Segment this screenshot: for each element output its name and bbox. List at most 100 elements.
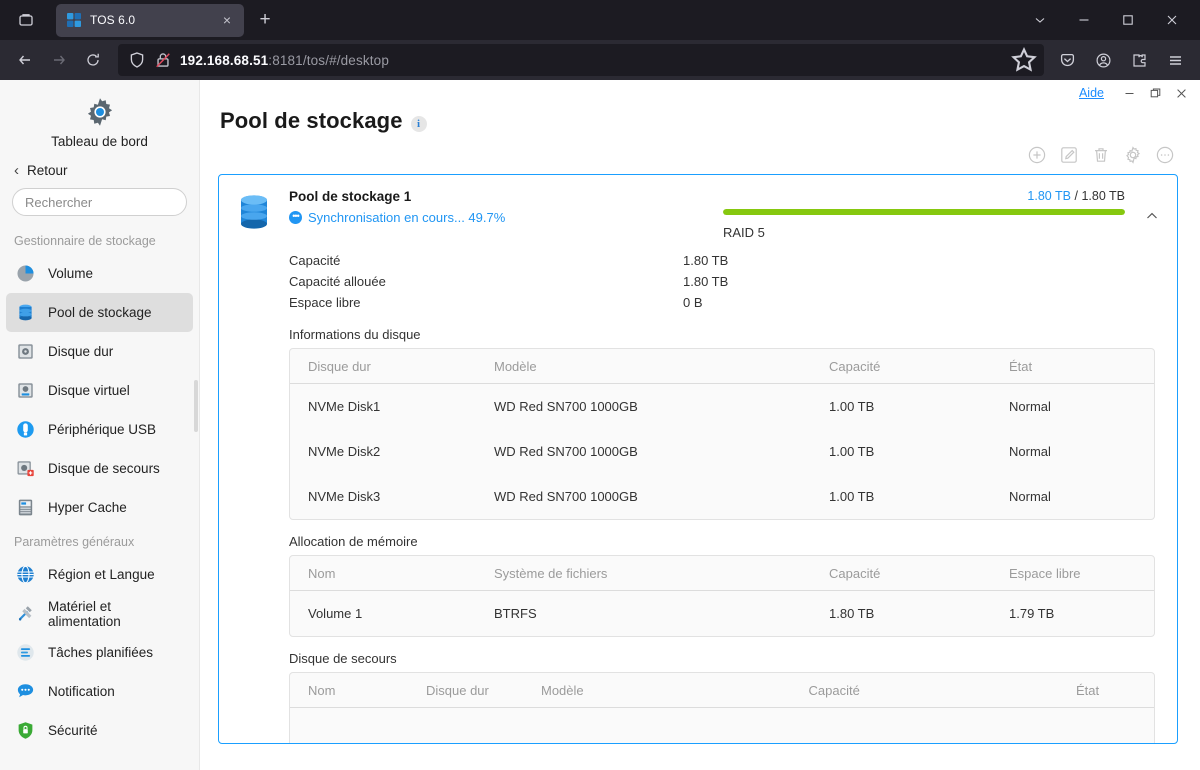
app-restore-button[interactable] bbox=[1142, 80, 1168, 106]
sidebar-item-hyper-cache[interactable]: Hyper Cache bbox=[6, 488, 193, 527]
chevron-up-icon[interactable] bbox=[1141, 205, 1163, 227]
hyper-cache-icon bbox=[14, 497, 36, 519]
lock-crossed-icon[interactable] bbox=[154, 51, 172, 69]
column-header: Capacité bbox=[829, 359, 881, 374]
sidebar-item-label: Sécurité bbox=[48, 723, 98, 738]
sidebar-item-volume[interactable]: Volume bbox=[6, 254, 193, 293]
sidebar-item-peripherique-usb[interactable]: Périphérique USB bbox=[6, 410, 193, 449]
detail-row: Capacité allouée 1.80 TB bbox=[233, 271, 1161, 292]
sidebar-item-disque-virtuel[interactable]: Disque virtuel bbox=[6, 371, 193, 410]
globe-icon bbox=[14, 564, 36, 586]
reload-icon[interactable] bbox=[76, 44, 110, 76]
table-row[interactable]: NVMe Disk2 WD Red SN700 1000GB 1.00 TB N… bbox=[290, 429, 1154, 474]
url-bar[interactable]: 192.168.68.51:8181/tos/#/desktop bbox=[118, 44, 1044, 76]
settings-button[interactable] bbox=[1122, 144, 1144, 166]
column-header: Modèle bbox=[541, 683, 584, 698]
sidebar-item-label: Volume bbox=[48, 266, 94, 281]
window-minimize-button[interactable] bbox=[1062, 0, 1106, 40]
sidebar-item-disque-dur[interactable]: Disque dur bbox=[6, 332, 193, 371]
sidebar-item-label: Tâches planifiées bbox=[48, 645, 154, 660]
sidebar-item-label: Matériel et alimentation bbox=[48, 598, 121, 629]
cell-filesystem: BTRFS bbox=[494, 606, 537, 621]
app-minimize-button[interactable] bbox=[1116, 80, 1142, 106]
sidebar-item-label: Notification bbox=[48, 684, 115, 699]
account-icon[interactable] bbox=[1086, 44, 1120, 76]
edit-button[interactable] bbox=[1058, 144, 1080, 166]
delete-button[interactable] bbox=[1090, 144, 1112, 166]
tools-icon bbox=[14, 603, 36, 625]
sidebar-item-disque-de-secours[interactable]: Disque de secours bbox=[6, 449, 193, 488]
url-text[interactable]: 192.168.68.51:8181/tos/#/desktop bbox=[180, 53, 1002, 68]
browser-tab[interactable]: TOS 6.0 × bbox=[56, 3, 244, 37]
new-tab-button[interactable]: + bbox=[250, 5, 280, 35]
chevron-left-icon: ‹ bbox=[14, 162, 19, 179]
sidebar-item-notification[interactable]: Notification bbox=[6, 672, 193, 711]
sidebar-item-label: Hyper Cache bbox=[48, 500, 127, 515]
shield-icon[interactable] bbox=[128, 51, 146, 69]
sidebar-item-pool-de-stockage[interactable]: Pool de stockage bbox=[6, 293, 193, 332]
table-row[interactable]: NVMe Disk3 WD Red SN700 1000GB 1.00 TB N… bbox=[290, 474, 1154, 519]
spare-table: Nom Disque dur Modèle Capacité État bbox=[289, 672, 1155, 743]
sidebar-item-materiel-et-alimentation[interactable]: Matériel et alimentation bbox=[6, 594, 193, 633]
memory-section-label: Allocation de mémoire bbox=[289, 534, 418, 549]
cell-model: WD Red SN700 1000GB bbox=[494, 489, 638, 504]
column-header: Nom bbox=[308, 683, 336, 698]
sidebar-item-securite[interactable]: Sécurité bbox=[6, 711, 193, 750]
hard-disk-icon bbox=[14, 341, 36, 363]
pool-card-header: Pool de stockage 1 ••• Synchronisation e… bbox=[233, 189, 1161, 240]
cell-model: WD Red SN700 1000GB bbox=[494, 444, 638, 459]
window-maximize-button[interactable] bbox=[1106, 0, 1150, 40]
column-header: État bbox=[1076, 683, 1100, 698]
table-row[interactable]: Volume 1 BTRFS 1.80 TB 1.79 TB bbox=[290, 591, 1154, 636]
browser-toolbar-right bbox=[1050, 44, 1196, 76]
sidebar-item-label: Région et Langue bbox=[48, 567, 155, 582]
sidebar-back-button[interactable]: ‹ Retour bbox=[0, 157, 199, 186]
storage-pool-card[interactable]: Pool de stockage 1 ••• Synchronisation e… bbox=[218, 174, 1178, 744]
detail-key: Capacité allouée bbox=[289, 274, 386, 289]
sidebar-item-label: Périphérique USB bbox=[48, 422, 157, 437]
sidebar-group-title: Paramètres généraux bbox=[14, 535, 135, 549]
sidebar: Tableau de bord ‹ Retour Gestionnaire de… bbox=[0, 80, 200, 770]
sidebar-dashboard-label: Tableau de bord bbox=[51, 134, 148, 149]
more-button[interactable] bbox=[1154, 144, 1176, 166]
raid-level: RAID 5 bbox=[723, 225, 765, 240]
chevron-down-icon[interactable] bbox=[1018, 0, 1062, 40]
search-box[interactable] bbox=[12, 188, 199, 216]
pocket-icon[interactable] bbox=[1050, 44, 1084, 76]
browser-navbar: 192.168.68.51:8181/tos/#/desktop bbox=[0, 40, 1200, 80]
app-titlebar: Aide bbox=[1079, 80, 1200, 106]
add-button[interactable] bbox=[1026, 144, 1048, 166]
virtual-disk-icon bbox=[14, 380, 36, 402]
help-link[interactable]: Aide bbox=[1079, 86, 1104, 100]
browser-tabstrip: TOS 6.0 × + bbox=[0, 0, 1200, 40]
window-close-button[interactable] bbox=[1150, 0, 1194, 40]
column-header: Espace libre bbox=[1009, 566, 1081, 581]
tos-logo-icon bbox=[66, 12, 82, 28]
extensions-icon[interactable] bbox=[1122, 44, 1156, 76]
sidebar-item-taches-planifiees[interactable]: Tâches planifiées bbox=[6, 633, 193, 672]
page-content: Tableau de bord ‹ Retour Gestionnaire de… bbox=[0, 80, 1200, 770]
sidebar-item-label: Disque de secours bbox=[48, 461, 160, 476]
page-title: Pool de stockage bbox=[220, 108, 403, 133]
cell-state: Normal bbox=[1009, 399, 1051, 414]
pool-name: Pool de stockage 1 bbox=[289, 189, 412, 204]
spare-disk-icon bbox=[14, 458, 36, 480]
sync-icon: ••• bbox=[289, 211, 302, 224]
table-row[interactable]: NVMe Disk1 WD Red SN700 1000GB 1.00 TB N… bbox=[290, 384, 1154, 429]
info-icon[interactable]: i bbox=[410, 116, 427, 132]
star-icon[interactable] bbox=[1010, 46, 1038, 74]
list-all-tabs-icon[interactable] bbox=[6, 4, 46, 36]
sidebar-dashboard[interactable]: Tableau de bord bbox=[0, 80, 199, 157]
detail-key: Espace libre bbox=[289, 295, 361, 310]
app-close-button[interactable] bbox=[1168, 80, 1194, 106]
tab-title: TOS 6.0 bbox=[90, 13, 136, 27]
sidebar-item-region-et-langue[interactable]: Région et Langue bbox=[6, 555, 193, 594]
usage-progress-bar bbox=[723, 209, 1125, 215]
sidebar-scrollbar[interactable] bbox=[194, 380, 198, 432]
app-menu-icon[interactable] bbox=[1158, 44, 1192, 76]
search-input[interactable] bbox=[25, 194, 199, 210]
close-icon[interactable]: × bbox=[218, 11, 236, 29]
back-icon[interactable] bbox=[8, 44, 42, 76]
notification-icon bbox=[14, 681, 36, 703]
cell-disk: NVMe Disk1 bbox=[308, 399, 381, 414]
